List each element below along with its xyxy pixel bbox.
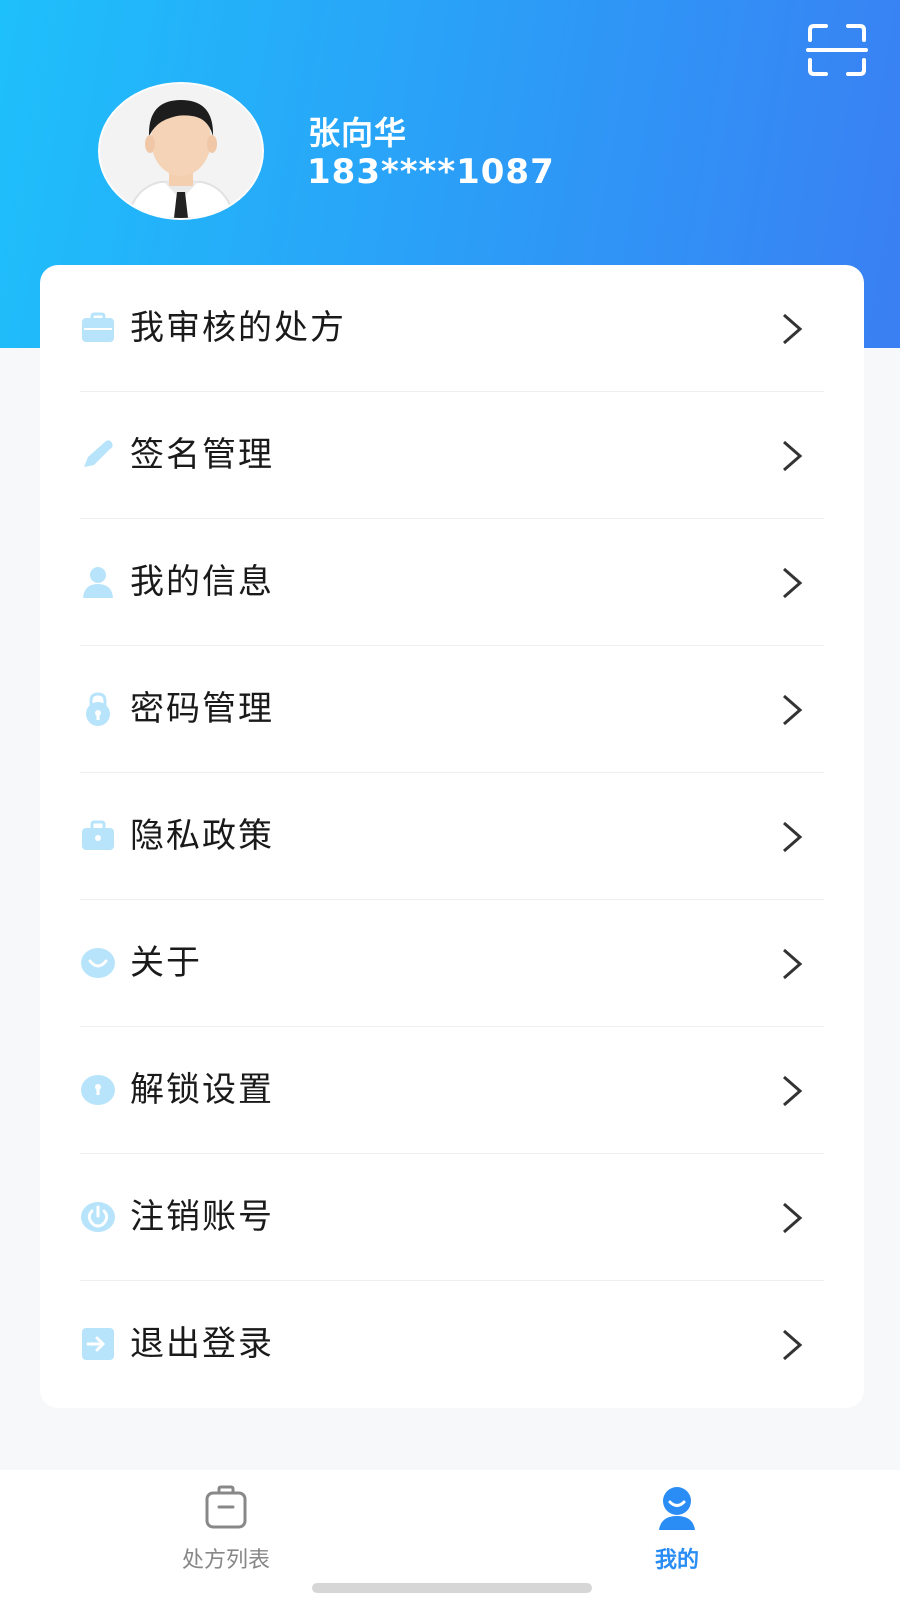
menu-item-my-info[interactable]: 我的信息 <box>40 519 864 646</box>
chevron-right-icon <box>783 1202 803 1234</box>
chevron-right-icon <box>783 1075 803 1107</box>
menu-item-label: 隐私政策 <box>130 816 274 856</box>
avatar[interactable] <box>98 82 264 220</box>
chevron-right-icon <box>783 821 803 853</box>
chevron-right-icon <box>783 567 803 599</box>
menu-item-label: 我的信息 <box>130 562 274 602</box>
doctor-avatar-icon <box>100 84 262 218</box>
menu-item-label: 退出登录 <box>130 1324 274 1364</box>
chevron-right-icon <box>783 694 803 726</box>
pen-icon <box>84 440 113 467</box>
bottom-tab-bar: 处方列表 我的 <box>0 1470 900 1600</box>
smile-icon <box>81 948 115 978</box>
menu-item-password[interactable]: 密码管理 <box>40 646 864 773</box>
tab-mine[interactable]: 我的 <box>587 1482 767 1582</box>
clipboard-icon <box>205 1485 247 1529</box>
user-name: 张向华 <box>308 114 408 152</box>
chevron-right-icon <box>783 440 803 472</box>
tab-prescription-list[interactable]: 处方列表 <box>136 1482 316 1582</box>
menu-item-label: 注销账号 <box>130 1197 274 1237</box>
menu-item-about[interactable]: 关于 <box>40 900 864 1027</box>
menu-item-logout[interactable]: 退出登录 <box>40 1281 864 1408</box>
user-phone: 183****1087 <box>307 152 555 192</box>
menu-item-unlock-settings[interactable]: 解锁设置 <box>40 1027 864 1154</box>
briefcase-icon <box>82 312 114 342</box>
logout-icon <box>82 1328 114 1360</box>
scan-icon <box>806 24 868 76</box>
home-indicator <box>312 1583 592 1593</box>
chevron-right-icon <box>783 948 803 980</box>
chevron-right-icon <box>783 313 803 345</box>
tab-label: 我的 <box>654 1548 699 1573</box>
tab-label: 处方列表 <box>181 1548 270 1573</box>
menu-item-privacy-policy[interactable]: 隐私政策 <box>40 773 864 900</box>
person-icon <box>83 567 113 598</box>
menu-item-label: 我审核的处方 <box>130 308 346 348</box>
menu-item-reviewed-prescriptions[interactable]: 我审核的处方 <box>40 265 864 392</box>
chevron-right-icon <box>783 1329 803 1361</box>
menu-item-cancel-account[interactable]: 注销账号 <box>40 1154 864 1281</box>
unlock-icon <box>81 1075 115 1105</box>
scan-button[interactable] <box>806 22 868 78</box>
lock-icon <box>86 692 110 726</box>
menu-card: 我审核的处方 签名管理 我的信息 密码管理 隐私政策 关于 解锁设置 注销账号 … <box>40 265 864 1408</box>
user-icon <box>659 1487 695 1530</box>
menu-item-label: 解锁设置 <box>130 1070 274 1110</box>
menu-item-label: 关于 <box>130 943 202 983</box>
power-icon <box>81 1202 115 1232</box>
menu-item-label: 密码管理 <box>130 689 274 729</box>
menu-item-signature[interactable]: 签名管理 <box>40 392 864 519</box>
shield-bag-icon <box>82 820 114 850</box>
menu-item-label: 签名管理 <box>130 435 274 475</box>
